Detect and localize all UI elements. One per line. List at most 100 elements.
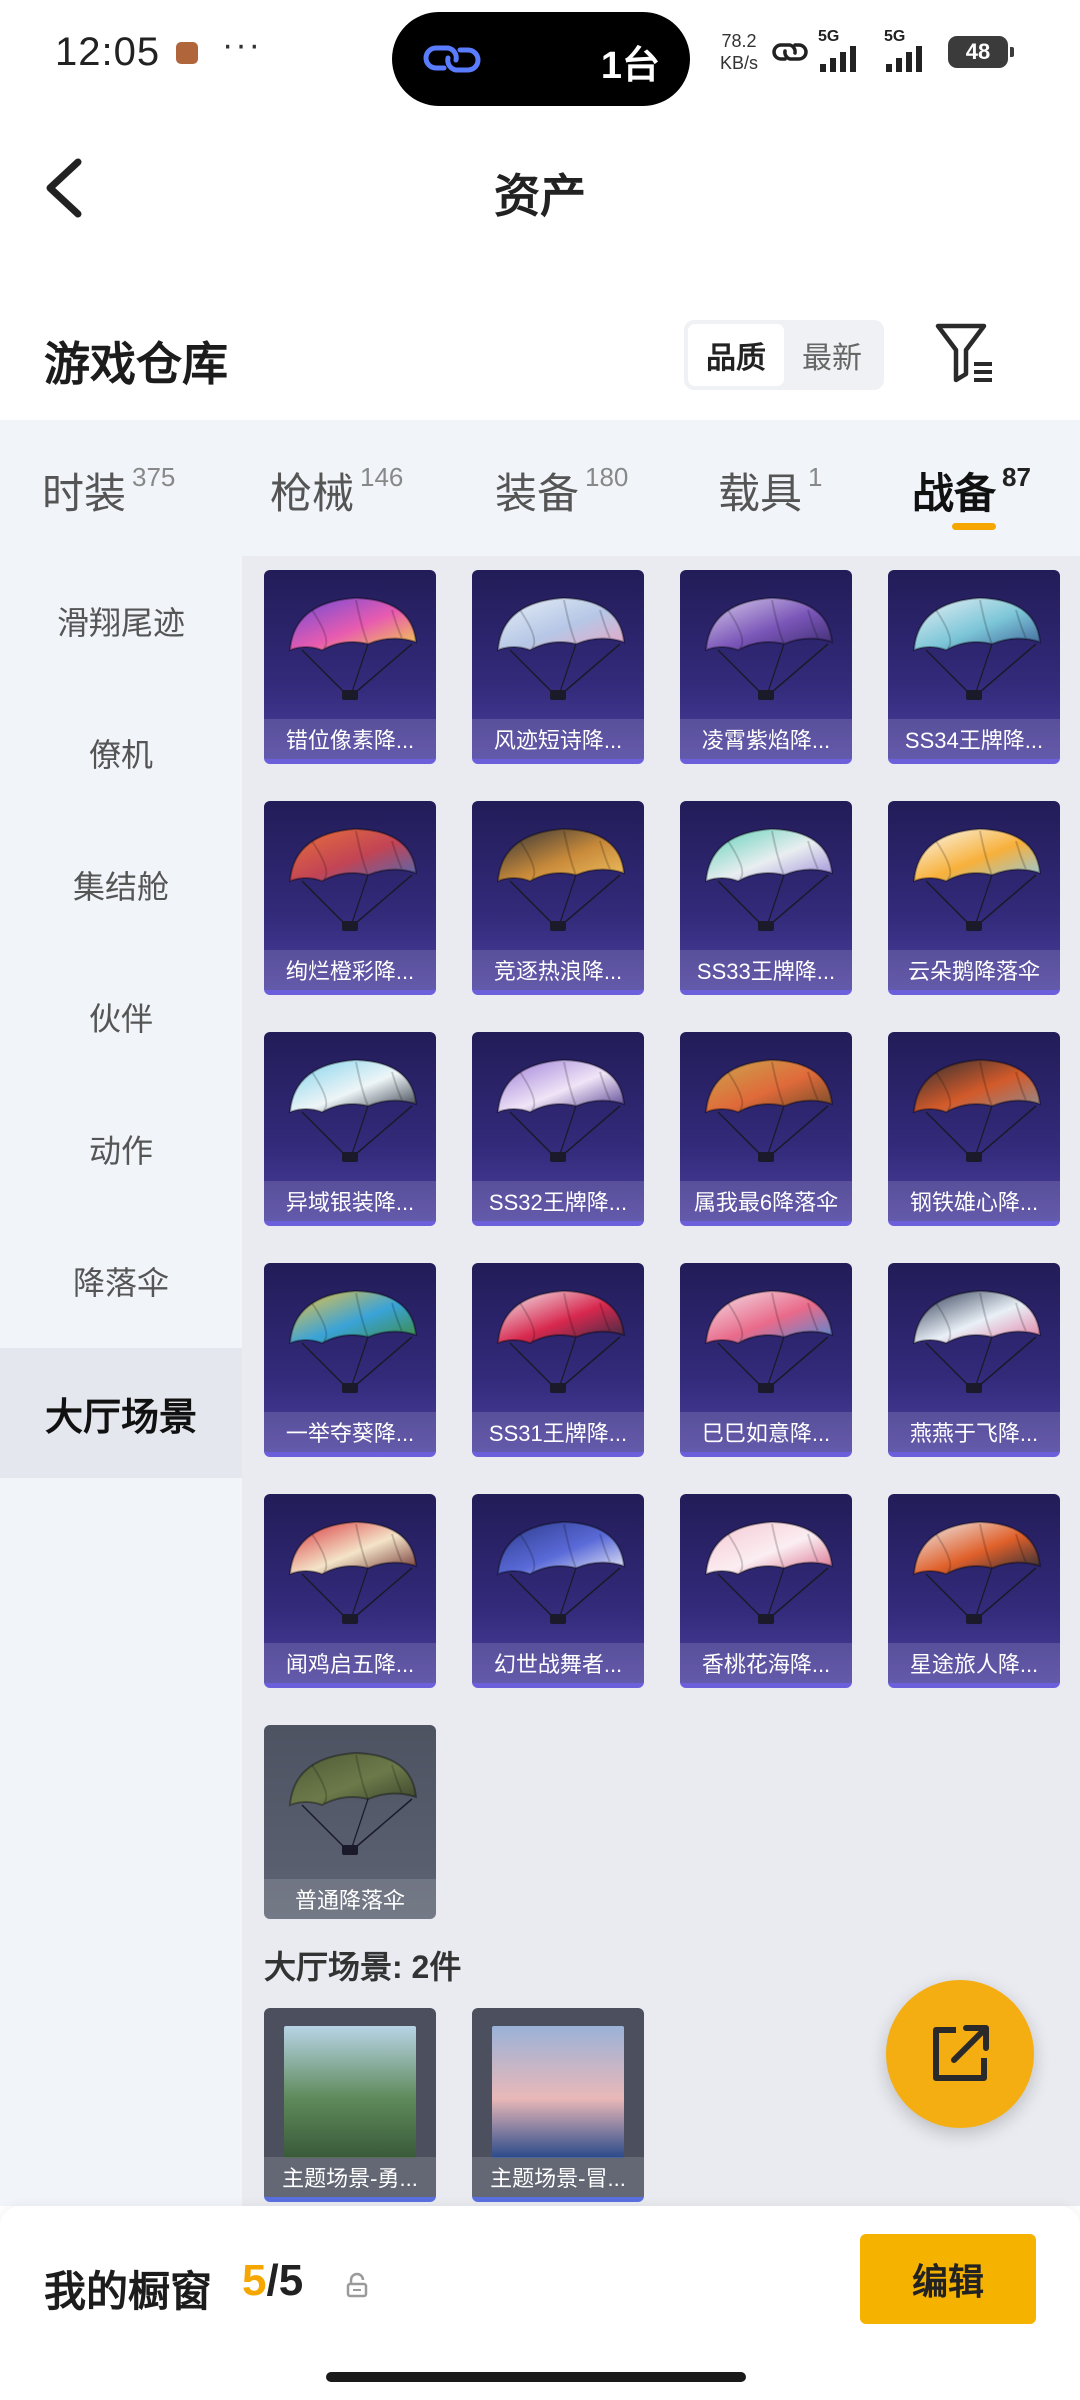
status-bar: 12:05 ··· 1台 78.2 KB/s 5G 5G 48 [0,0,1080,110]
parachute-image [912,1058,1042,1162]
showcase-title: 我的橱窗 [44,2268,213,2315]
filter-icon[interactable] [934,320,996,386]
parachute-image [912,596,1042,700]
parachute-name: SS31王牌降... [472,1412,644,1452]
active-tab-indicator [952,523,996,530]
tab-fashion[interactable]: 时装 375 [42,460,175,521]
parachute-card[interactable]: 风迹短诗降... [472,570,644,764]
sidebar-item-lobby-scene[interactable]: 大厅场景 [0,1348,242,1478]
showcase-bar: 我的橱窗 5/5 编辑 [0,2206,1080,2400]
parachute-card[interactable]: SS33王牌降... [680,801,852,995]
sidebar-item-parachute[interactable]: 降落伞 [0,1216,242,1346]
sidebar-item-glide-trail[interactable]: 滑翔尾迹 [0,556,242,686]
parachute-name: 香桃花海降... [680,1643,852,1683]
sidebar-item-rally-pod[interactable]: 集结舱 [0,820,242,950]
parachute-card[interactable]: 一举夺葵降... [264,1263,436,1457]
lobby-scene-card[interactable]: 主题场景-冒... [472,2008,644,2202]
sidebar-item-wingman[interactable]: 僚机 [0,688,242,818]
island-label: 1台 [600,45,660,87]
parachute-card[interactable]: 竞逐热浪降... [472,801,644,995]
signal-icon: 5G [882,28,940,74]
parachute-card[interactable]: 燕燕于飞降... [888,1263,1060,1457]
tab-battle-gear[interactable]: 战备 87 [912,460,1031,521]
signal-label: 5G [884,28,906,45]
status-time: 12:05 [55,30,161,74]
dynamic-island[interactable]: 1台 [392,12,690,106]
parachute-card[interactable]: 异域银装降... [264,1032,436,1226]
page-title: 资产 [494,170,586,222]
parachute-image [496,1289,626,1393]
parachute-card[interactable]: 星途旅人降... [888,1494,1060,1688]
edit-button[interactable]: 编辑 [860,2234,1036,2324]
parachute-name: 普通降落伞 [264,1879,436,1919]
parachute-name: SS34王牌降... [888,719,1060,759]
parachute-image [912,1289,1042,1393]
sidebar-item-emote[interactable]: 动作 [0,1084,242,1214]
tab-label: 装备 [495,470,580,517]
tab-weapons[interactable]: 枪械 146 [270,460,403,521]
parachute-image [496,596,626,700]
sort-quality-button[interactable]: 品质 [688,324,784,386]
scene-name: 主题场景-勇... [264,2157,436,2197]
share-button[interactable] [886,1980,1034,2128]
network-speed-unit: KB/s [720,53,759,73]
tab-equipment[interactable]: 装备 180 [495,460,628,521]
parachute-card[interactable]: 属我最6降落伞 [680,1032,852,1226]
parachute-card[interactable]: 错位像素降... [264,570,436,764]
signal-icon: 5G [816,28,874,74]
parachute-card[interactable]: 凌霄紫焰降... [680,570,852,764]
parachute-card[interactable]: 香桃花海降... [680,1494,852,1688]
sidebar-item-partner[interactable]: 伙伴 [0,952,242,1082]
parachute-name: 错位像素降... [264,719,436,759]
parachute-name: 凌霄紫焰降... [680,719,852,759]
parachute-image [288,1058,418,1162]
parachute-name: SS32王牌降... [472,1181,644,1221]
tab-vehicles[interactable]: 载具 1 [718,460,822,521]
share-icon [933,2025,989,2081]
parachute-card[interactable]: 云朵鹅降落伞 [888,801,1060,995]
parachute-name: 云朵鹅降落伞 [888,950,1060,990]
parachute-name: 属我最6降落伞 [680,1181,852,1221]
parachute-card[interactable]: SS31王牌降... [472,1263,644,1457]
parachute-image [704,1520,834,1624]
tab-label: 时装 [42,470,127,517]
parachute-card[interactable]: 巳巳如意降... [680,1263,852,1457]
parachute-name: 钢铁雄心降... [888,1181,1060,1221]
parachute-name: 星途旅人降... [888,1643,1060,1683]
parachute-card[interactable]: 绚烂橙彩降... [264,801,436,995]
tab-count: 87 [1002,462,1031,492]
parachute-card[interactable]: 闻鸡启五降... [264,1494,436,1688]
tab-count: 146 [360,462,404,492]
signal-label: 5G [818,28,840,45]
parachute-card[interactable]: 钢铁雄心降... [888,1032,1060,1226]
parachute-card[interactable]: SS32王牌降... [472,1032,644,1226]
sort-newest-button[interactable]: 最新 [784,324,880,386]
home-indicator[interactable] [326,2372,746,2382]
showcase-count: 5/5 [242,2256,303,2306]
parachute-image [496,827,626,931]
parachute-image [288,1289,418,1393]
network-speed-value: 78.2 [721,31,757,51]
scene-thumbnail [492,2026,624,2158]
tab-count: 375 [132,462,176,492]
parachute-name: 异域银装降... [264,1181,436,1221]
showcase-count-current: 5 [242,2256,267,2305]
parachute-image [704,1058,834,1162]
parachute-image [704,827,834,931]
parachute-image [288,827,418,931]
lobby-scene-card[interactable]: 主题场景-勇... [264,2008,436,2202]
lobby-scenes-heading: 大厅场景: 2件 [264,1949,462,1985]
parachute-card[interactable]: 幻世战舞者... [472,1494,644,1688]
sort-toggle: 品质 最新 [684,320,884,390]
lock-icon [346,2272,368,2298]
notification-app-icon [176,42,198,64]
parachute-image [704,1289,834,1393]
parachute-name: 一举夺葵降... [264,1412,436,1452]
parachute-card[interactable]: SS34王牌降... [888,570,1060,764]
link-icon [423,45,481,73]
parachute-image [288,1751,418,1855]
parachute-card[interactable]: 普通降落伞 [264,1725,436,1919]
parachute-image [288,596,418,700]
category-tabs: 时装 375 枪械 146 装备 180 载具 1 战备 87 [0,420,1080,556]
parachute-name: 幻世战舞者... [472,1643,644,1683]
